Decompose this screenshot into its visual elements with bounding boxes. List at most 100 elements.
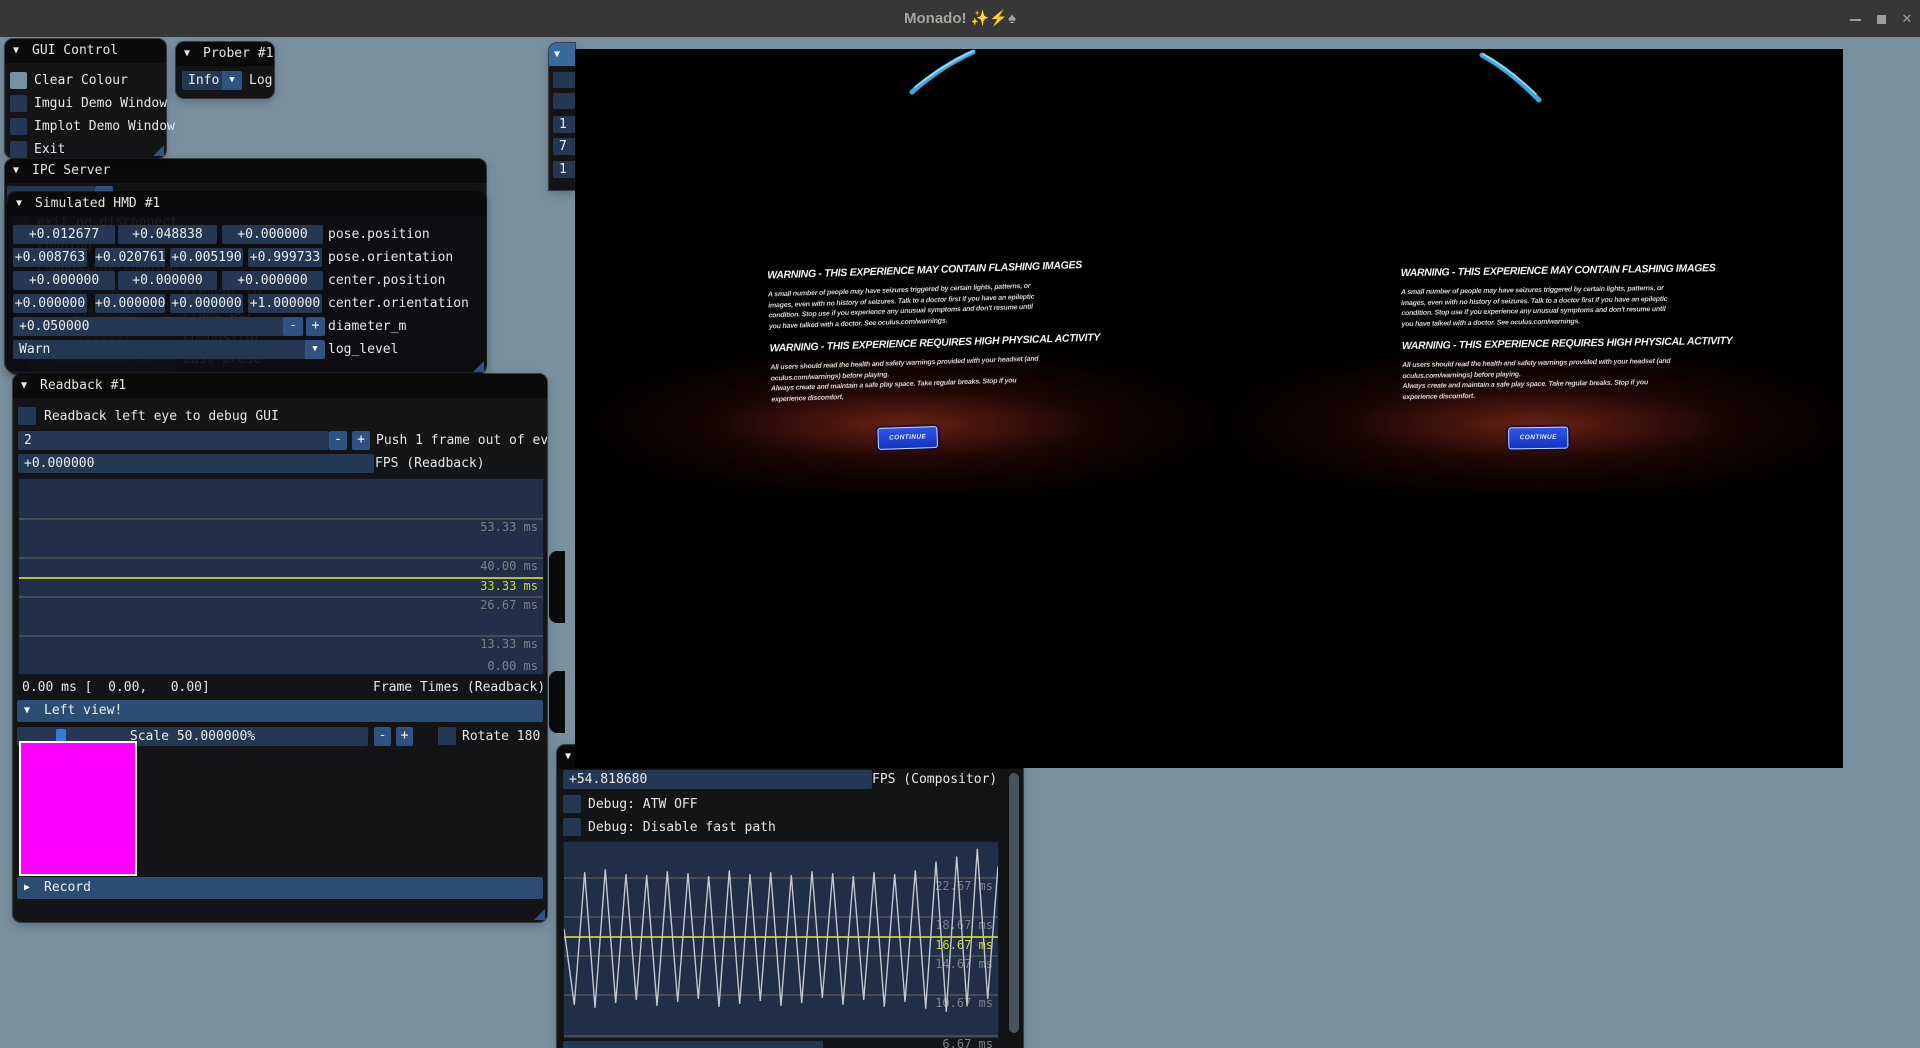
simulated-hmd-title: Simulated HMD #1: [35, 196, 160, 211]
hidden-field[interactable]: [553, 72, 575, 88]
center-position-x[interactable]: +0.000000: [13, 271, 115, 290]
pose-orientation-w[interactable]: +0.999733: [248, 248, 322, 267]
vr-warning-body-1: A small number of people may have seizur…: [1401, 284, 1672, 330]
scale-minus-button[interactable]: -: [374, 727, 391, 746]
collapse-icon: ▼: [13, 39, 27, 63]
collapse-icon: ▼: [554, 43, 568, 66]
gridline-label: 26.67 ms: [480, 599, 538, 612]
resize-grip-icon[interactable]: [473, 361, 484, 372]
window-title: Monado! ✨⚡♠: [0, 0, 1920, 37]
diameter-plus-button[interactable]: +: [306, 317, 325, 336]
pose-orientation-z[interactable]: +0.005190: [170, 248, 243, 267]
readback-title: Readback #1: [40, 378, 126, 393]
readback-header[interactable]: ▼ Readback #1: [13, 374, 547, 398]
vr-compositor-view: WARNING - THIS EXPERIENCE MAY CONTAIN FL…: [575, 49, 1843, 768]
vr-warning-body-2: All users should read the health and saf…: [770, 355, 1041, 406]
pose-orientation-y[interactable]: +0.020761: [95, 248, 165, 267]
readback-fps-field[interactable]: +0.000000: [18, 454, 374, 473]
close-icon[interactable]: ✕: [1894, 0, 1920, 37]
frametime-status: 0.00 ms [ 0.00, 0.00]: [22, 678, 210, 697]
left-view-title: Left view!: [44, 703, 122, 718]
compositor-bottom-field[interactable]: [563, 1041, 823, 1048]
hidden-window-titlebar[interactable]: ▼: [549, 43, 575, 66]
imgui-demo-checkbox[interactable]: [10, 95, 27, 112]
implot-demo-label: Implot Demo Window: [34, 117, 175, 136]
pose-position-y[interactable]: +0.048838: [118, 225, 217, 244]
gridline-label: 6.67 ms: [942, 1038, 993, 1048]
center-orientation-x[interactable]: +0.000000: [13, 294, 87, 313]
debug-fastpath-checkbox[interactable]: [563, 818, 581, 836]
vr-warning-body-2: All users should read the health and saf…: [1402, 357, 1673, 403]
clear-colour-label: Clear Colour: [34, 71, 128, 90]
push-frames-label: Push 1 frame out of every: [376, 431, 547, 450]
diameter-minus-button[interactable]: -: [283, 317, 303, 336]
collapse-icon: ▼: [21, 374, 35, 398]
pose-orientation-x[interactable]: +0.008763: [13, 248, 87, 267]
debug-atw-label: Debug: ATW OFF: [588, 795, 698, 814]
gridline-label-target: 33.33 ms: [480, 580, 538, 593]
scrollbar-track[interactable]: [1007, 770, 1020, 1041]
center-orientation-label: center.orientation: [328, 294, 469, 313]
chevron-down-icon[interactable]: ▼: [305, 340, 325, 359]
debug-atw-checkbox[interactable]: [563, 795, 581, 813]
resize-grip-icon[interactable]: [534, 909, 545, 920]
prober-window: ▼ Prober #1 Info ▼ Log: [176, 42, 274, 98]
vr-warning-title-2: WARNING - THIS EXPERIENCE REQUIRES HIGH …: [1402, 336, 1672, 352]
center-orientation-y[interactable]: +0.000000: [95, 294, 165, 313]
push-frames-input[interactable]: 2: [18, 431, 329, 450]
readback-frametime-graph[interactable]: 53.33 ms 40.00 ms 33.33 ms 26.67 ms 13.3…: [18, 478, 544, 675]
compositor-frametime-polyline: [564, 849, 998, 1012]
vr-continue-button: CONTINUE: [1508, 427, 1568, 450]
scale-plus-button[interactable]: +: [396, 727, 413, 746]
prober-header[interactable]: ▼ Prober #1: [176, 42, 274, 66]
readback-fps-label: FPS (Readback): [375, 454, 485, 473]
maximize-icon[interactable]: [1868, 0, 1894, 37]
left-view-header[interactable]: ▼ Left view!: [17, 700, 543, 722]
hidden-field[interactable]: [553, 93, 575, 109]
center-orientation-w[interactable]: +1.000000: [248, 294, 322, 313]
rotate-180-label: Rotate 180 de: [462, 727, 547, 746]
hidden-window-sliver-low: [549, 671, 565, 733]
streak-left-icon: [912, 52, 973, 92]
log-level-select[interactable]: Warn: [13, 340, 311, 359]
push-frames-minus-button[interactable]: -: [329, 431, 347, 450]
center-position-y[interactable]: +0.000000: [118, 271, 217, 290]
collapse-icon: ▼: [184, 42, 198, 66]
push-frames-plus-button[interactable]: +: [352, 431, 370, 450]
gui-control-header[interactable]: ▼ GUI Control: [5, 39, 166, 63]
minimize-icon[interactable]: [1842, 0, 1868, 37]
resize-grip-icon[interactable]: [153, 145, 164, 156]
hidden-window-sliver-mid: [549, 551, 565, 623]
readback-left-eye-label: Readback left eye to debug GUI: [44, 407, 279, 426]
pose-position-x[interactable]: +0.012677: [13, 225, 115, 244]
implot-demo-checkbox[interactable]: [10, 118, 27, 135]
exit-checkbox[interactable]: [10, 141, 27, 158]
clear-colour-swatch[interactable]: [10, 72, 27, 89]
scrollbar-thumb[interactable]: [1009, 773, 1019, 1033]
record-header[interactable]: ▶ Record: [17, 877, 543, 899]
pose-position-z[interactable]: +0.000000: [222, 225, 323, 244]
simulated-hmd-header[interactable]: ▼ Simulated HMD #1: [8, 192, 486, 216]
desktop: Monado! ✨⚡♠ ✕ ▼ IPC Server exit on disco…: [0, 0, 1920, 1048]
center-orientation-z[interactable]: +0.000000: [170, 294, 243, 313]
rotate-180-checkbox[interactable]: [438, 727, 456, 745]
record-title: Record: [44, 880, 91, 895]
ipc-server-header[interactable]: ▼ IPC Server: [5, 159, 486, 183]
vr-continue-button: CONTINUE: [877, 426, 938, 450]
diameter-label: diameter_m: [328, 317, 406, 336]
exit-label: Exit: [34, 140, 65, 159]
compositor-fps-field[interactable]: +54.818680: [563, 770, 872, 789]
diameter-field[interactable]: +0.050000: [13, 317, 284, 336]
center-position-label: center.position: [328, 271, 445, 290]
readback-window: ▼ Readback #1 Readback left eye to debug…: [13, 374, 547, 922]
center-position-z[interactable]: +0.000000: [222, 271, 323, 290]
chevron-down-icon[interactable]: ▼: [222, 71, 242, 90]
gridline-label: 40.00 ms: [480, 560, 538, 573]
prober-log-button[interactable]: Log: [249, 71, 272, 90]
ipc-server-title: IPC Server: [32, 163, 110, 178]
left-view-image: [19, 741, 137, 876]
readback-left-eye-checkbox[interactable]: [18, 407, 36, 425]
vr-warning-body-1: A small number of people may have seizur…: [768, 282, 1039, 333]
vr-right-eye: WARNING - THIS EXPERIENCE MAY CONTAIN FL…: [1401, 263, 1674, 451]
compositor-frametime-graph[interactable]: 22.67 ms 18.67 ms 16.67 ms 14.67 ms 10.6…: [563, 841, 999, 1039]
